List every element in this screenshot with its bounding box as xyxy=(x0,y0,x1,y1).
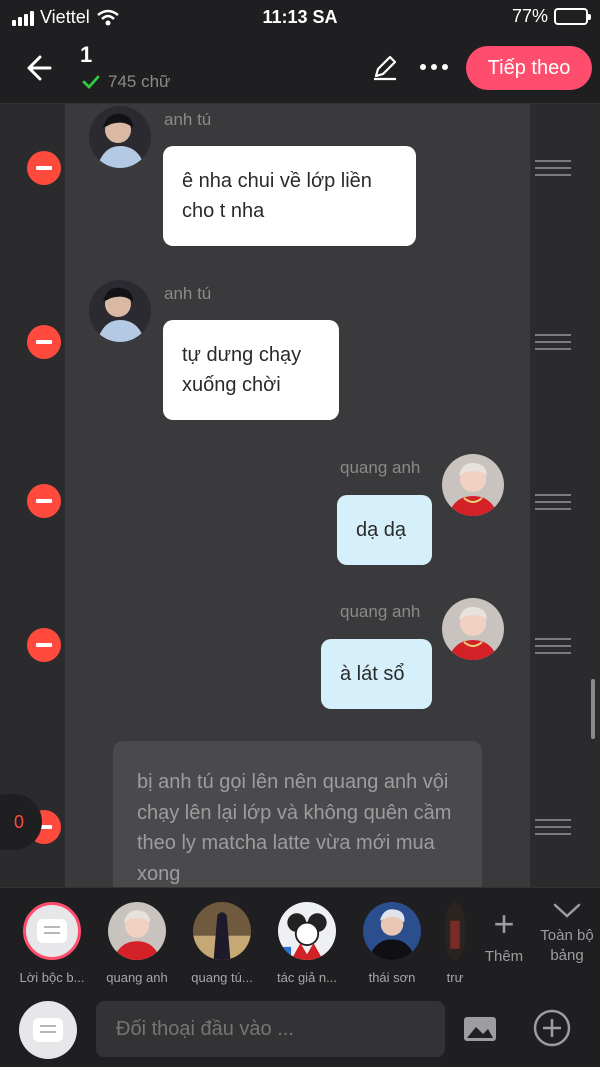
message-bubble[interactable]: tự dưng chạy xuống chời xyxy=(163,320,339,420)
next-button[interactable]: Tiếp theo xyxy=(466,46,592,90)
character-thai-son[interactable]: thái sơn xyxy=(348,902,436,985)
character-tac-gia[interactable]: tác giả n... xyxy=(263,902,351,985)
scrollbar[interactable] xyxy=(591,679,595,739)
input-bar xyxy=(0,987,600,1067)
message-icon xyxy=(33,1018,63,1042)
drag-handle-icon[interactable] xyxy=(535,494,571,512)
drag-handle-icon[interactable] xyxy=(535,160,571,178)
character-label: Lời bộc b... xyxy=(19,970,85,985)
word-count: 745 chữ xyxy=(82,72,170,92)
character-strip: Lời bộc b... quang anh quang tú... tác g… xyxy=(0,887,600,987)
character-partial[interactable]: trư xyxy=(433,902,477,985)
sender-name: quang anh xyxy=(340,602,421,621)
message-bubble[interactable]: à lát sổ xyxy=(321,639,432,709)
pen-icon[interactable] xyxy=(370,52,400,82)
full-board-label: Toàn bộ bảng xyxy=(540,927,594,964)
message-bubble[interactable]: ê nha chui về lớp liền cho t nha xyxy=(163,146,416,246)
battery-icon xyxy=(554,8,591,25)
full-board-button[interactable]: Toàn bộ bảng xyxy=(536,902,598,966)
battery-status: 77% xyxy=(511,6,591,27)
sender-name: quang anh xyxy=(340,458,421,477)
more-options-icon[interactable] xyxy=(416,52,452,82)
avatar-quang-anh xyxy=(442,454,504,516)
avatar-thai-son xyxy=(363,902,421,960)
avatar-partial xyxy=(444,902,466,960)
word-count-label: 745 chữ xyxy=(108,72,171,91)
battery-percent: 77% xyxy=(511,6,548,26)
chat-area[interactable]: anh tú ê nha chui về lớp liền cho t nha … xyxy=(0,104,600,887)
character-quang-anh[interactable]: quang anh xyxy=(93,902,181,985)
character-narration[interactable]: Lời bộc b... xyxy=(8,902,96,985)
avatar-quang-tu xyxy=(193,902,251,960)
character-label: thái sơn xyxy=(368,970,416,985)
sender-name: anh tú xyxy=(164,284,212,303)
drag-handle-icon[interactable] xyxy=(535,638,571,656)
plus-icon: + xyxy=(493,903,515,944)
clock: 11:13 SA xyxy=(262,7,338,27)
avatar-tac-gia xyxy=(278,902,336,960)
narration-bubble[interactable]: bị anh tú gọi lên nên quang anh vội chạy… xyxy=(113,741,482,887)
chevron-down-icon xyxy=(553,903,581,918)
back-arrow-icon[interactable] xyxy=(22,50,62,86)
character-label: quang tú... xyxy=(191,970,253,985)
editor-header: 1 745 chữ Tiếp theo xyxy=(0,34,600,104)
avatar-anh-tu xyxy=(89,280,151,342)
add-plus-icon[interactable] xyxy=(532,1008,572,1048)
dialogue-input[interactable] xyxy=(96,1001,445,1057)
message-bubble[interactable]: dạ dạ xyxy=(337,495,432,565)
avatar-quang-anh xyxy=(442,598,504,660)
sender-name: anh tú xyxy=(164,110,212,129)
add-character-button[interactable]: + Thêm xyxy=(482,903,526,966)
drag-handle-icon[interactable] xyxy=(535,819,571,837)
delete-message-button[interactable] xyxy=(27,484,61,518)
delete-message-button[interactable] xyxy=(27,325,61,359)
avatar-quang-anh xyxy=(108,902,166,960)
add-character-label: Thêm xyxy=(484,948,524,965)
character-label: tác giả n... xyxy=(277,970,337,985)
avatar-anh-tu xyxy=(89,106,151,168)
character-label: trư xyxy=(446,970,464,985)
chapter-number: 1 xyxy=(80,42,93,67)
image-icon[interactable] xyxy=(462,1014,498,1044)
delete-message-button[interactable] xyxy=(27,628,61,662)
check-icon xyxy=(82,75,100,89)
narration-toggle-button[interactable] xyxy=(19,1001,77,1059)
character-quang-tu[interactable]: quang tú... xyxy=(178,902,266,985)
delete-message-button[interactable] xyxy=(27,151,61,185)
status-bar: Viettel 11:13 SA 77% xyxy=(0,0,600,34)
character-label: quang anh xyxy=(106,970,168,985)
drag-handle-icon[interactable] xyxy=(535,334,571,352)
narration-icon xyxy=(23,902,81,960)
